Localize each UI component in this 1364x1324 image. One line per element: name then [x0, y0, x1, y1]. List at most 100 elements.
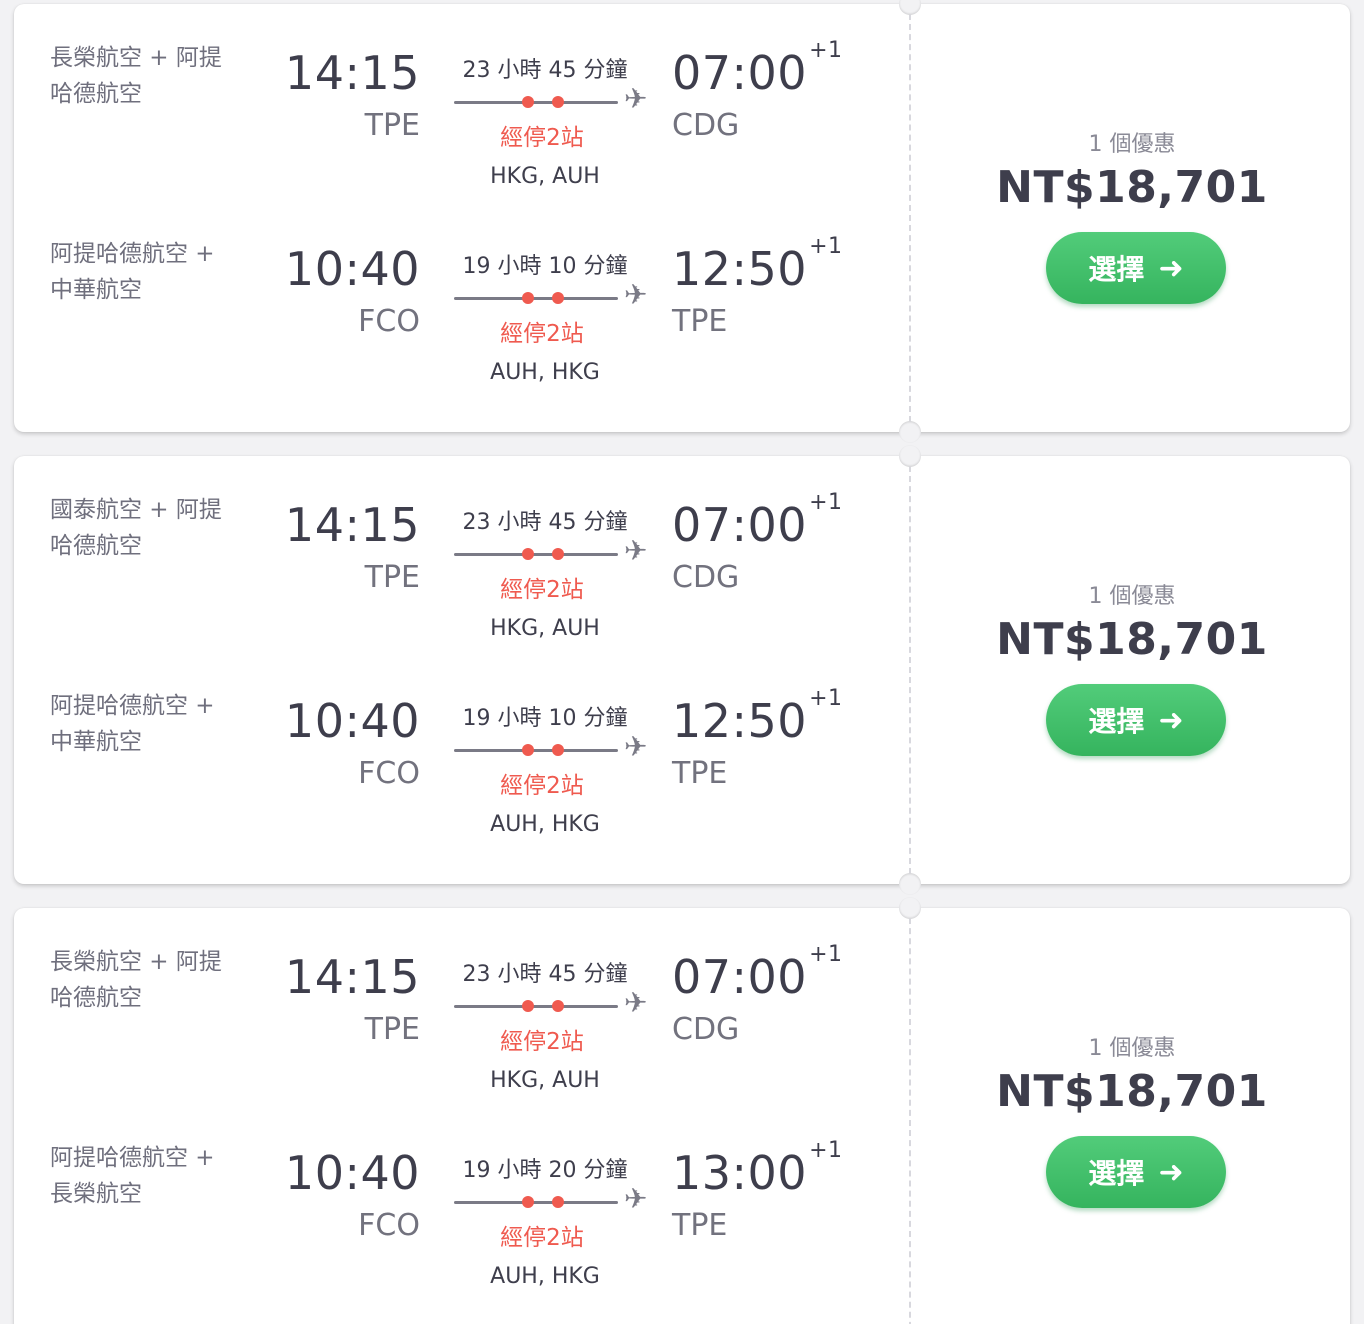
day-offset: +1 [809, 686, 843, 711]
flight-duration: 23 小時 45 分鐘 [462, 962, 628, 987]
stop-dot [522, 744, 534, 756]
flight-result-card[interactable]: 國泰航空 + 阿提哈德航空 14:15 TPE 23 小時 45 分鐘 ✈ 經停… [14, 445, 1350, 895]
stop-dot [522, 1000, 534, 1012]
route-line: ✈ [454, 537, 654, 565]
flight-results-list: 長榮航空 + 阿提哈德航空 14:15 TPE 23 小時 45 分鐘 ✈ 經停… [0, 0, 1364, 1324]
departure-airport: TPE [364, 108, 420, 143]
layover-airports: AUH, HKG [490, 1264, 600, 1289]
airline-name: 長榮航空 + 阿提哈德航空 [50, 45, 222, 107]
flight-duration: 19 小時 10 分鐘 [462, 706, 628, 731]
stop-dot [522, 548, 534, 560]
flight-result-card[interactable]: 長榮航空 + 阿提哈德航空 14:15 TPE 23 小時 45 分鐘 ✈ 經停… [14, 0, 1350, 443]
route-track [454, 101, 618, 104]
layover-airports: HKG, AUH [490, 164, 600, 189]
stops-count: 經停2站 [500, 577, 584, 603]
airline-name: 阿提哈德航空 + 長榮航空 [50, 1145, 215, 1207]
ticket-divider [909, 918, 911, 1324]
arrival-time: 07:00+1 [672, 38, 843, 100]
departure-airport: TPE [364, 560, 420, 595]
route-line: ✈ [454, 85, 654, 113]
departure-time: 14:15 [284, 498, 420, 552]
stop-dot [522, 292, 534, 304]
day-offset: +1 [809, 234, 843, 259]
arrival-airport: CDG [672, 108, 740, 143]
day-offset: +1 [809, 490, 843, 515]
route-line: ✈ [454, 281, 654, 309]
deals-count: 1 個優惠 [1088, 1036, 1176, 1061]
stops-count: 經停2站 [500, 1029, 584, 1055]
stop-dot [522, 1196, 534, 1208]
stops-count: 經停2站 [500, 1225, 584, 1251]
price: NT$18,701 [996, 1066, 1268, 1117]
price-panel: 1 個優惠 NT$18,701 選擇 ➜ [914, 456, 1350, 884]
select-button[interactable]: 選擇 ➜ [1046, 684, 1226, 756]
flight-duration: 23 小時 45 分鐘 [462, 58, 628, 83]
flight-leg: 阿提哈德航空 + 中華航空 10:40 FCO 19 小時 10 分鐘 ✈ 經停… [14, 652, 904, 848]
airline-name: 阿提哈德航空 + 中華航空 [50, 241, 215, 303]
route-line: ✈ [454, 989, 654, 1017]
plane-icon: ✈ [624, 986, 648, 1019]
flight-duration: 19 小時 20 分鐘 [462, 1158, 628, 1183]
ticket-divider [909, 14, 911, 422]
select-button[interactable]: 選擇 ➜ [1046, 232, 1226, 304]
deals-count: 1 個優惠 [1088, 132, 1176, 157]
departure-time: 14:15 [284, 46, 420, 100]
arrival-time-value: 07:00 [672, 498, 808, 552]
layover-airports: AUH, HKG [490, 360, 600, 385]
airline-name: 阿提哈德航空 + 中華航空 [50, 693, 215, 755]
flight-leg: 阿提哈德航空 + 長榮航空 10:40 FCO 19 小時 20 分鐘 ✈ 經停… [14, 1104, 904, 1300]
arrival-airport: TPE [672, 304, 728, 339]
arrival-time: 12:50+1 [672, 234, 843, 296]
deals-count: 1 個優惠 [1088, 584, 1176, 609]
arrow-right-icon: ➜ [1158, 250, 1184, 286]
arrival-time-value: 07:00 [672, 950, 808, 1004]
arrow-right-icon: ➜ [1158, 702, 1184, 738]
arrow-right-icon: ➜ [1158, 1154, 1184, 1190]
arrival-time-value: 12:50 [672, 694, 808, 748]
stop-dot [552, 96, 564, 108]
plane-icon: ✈ [624, 278, 648, 311]
select-button[interactable]: 選擇 ➜ [1046, 1136, 1226, 1208]
stops-count: 經停2站 [500, 125, 584, 151]
plane-icon: ✈ [624, 1182, 648, 1215]
flight-duration: 23 小時 45 分鐘 [462, 510, 628, 535]
arrival-airport: CDG [672, 1012, 740, 1047]
departure-airport: FCO [358, 304, 420, 339]
stop-dot [522, 96, 534, 108]
route-line: ✈ [454, 1185, 654, 1213]
layover-airports: HKG, AUH [490, 616, 600, 641]
departure-airport: TPE [364, 1012, 420, 1047]
price: NT$18,701 [996, 162, 1268, 213]
arrival-time-value: 12:50 [672, 242, 808, 296]
airline-name: 國泰航空 + 阿提哈德航空 [50, 497, 222, 559]
route-line: ✈ [454, 733, 654, 761]
departure-airport: FCO [358, 1208, 420, 1243]
departure-time: 10:40 [284, 242, 420, 296]
arrival-time: 12:50+1 [672, 686, 843, 748]
ticket-divider [909, 466, 911, 874]
flight-duration: 19 小時 10 分鐘 [462, 254, 628, 279]
stop-dot [552, 1196, 564, 1208]
plane-icon: ✈ [624, 534, 648, 567]
route-track [454, 553, 618, 556]
layover-airports: HKG, AUH [490, 1068, 600, 1093]
arrival-time: 07:00+1 [672, 490, 843, 552]
stops-count: 經停2站 [500, 321, 584, 347]
route-track [454, 749, 618, 752]
day-offset: +1 [809, 1138, 843, 1163]
day-offset: +1 [809, 38, 843, 63]
stop-dot [552, 548, 564, 560]
departure-time: 10:40 [284, 1146, 420, 1200]
price-panel: 1 個優惠 NT$18,701 選擇 ➜ [914, 4, 1350, 432]
stop-dot [552, 744, 564, 756]
arrival-airport: TPE [672, 1208, 728, 1243]
price-panel: 1 個優惠 NT$18,701 選擇 ➜ [914, 908, 1350, 1324]
select-button-label: 選擇 [1088, 705, 1145, 738]
airline-name: 長榮航空 + 阿提哈德航空 [50, 949, 222, 1011]
departure-time: 10:40 [284, 694, 420, 748]
select-button-label: 選擇 [1088, 1157, 1145, 1190]
plane-icon: ✈ [624, 730, 648, 763]
plane-icon: ✈ [624, 82, 648, 115]
flight-leg: 阿提哈德航空 + 中華航空 10:40 FCO 19 小時 10 分鐘 ✈ 經停… [14, 200, 904, 396]
flight-result-card[interactable]: 長榮航空 + 阿提哈德航空 14:15 TPE 23 小時 45 分鐘 ✈ 經停… [14, 897, 1350, 1324]
